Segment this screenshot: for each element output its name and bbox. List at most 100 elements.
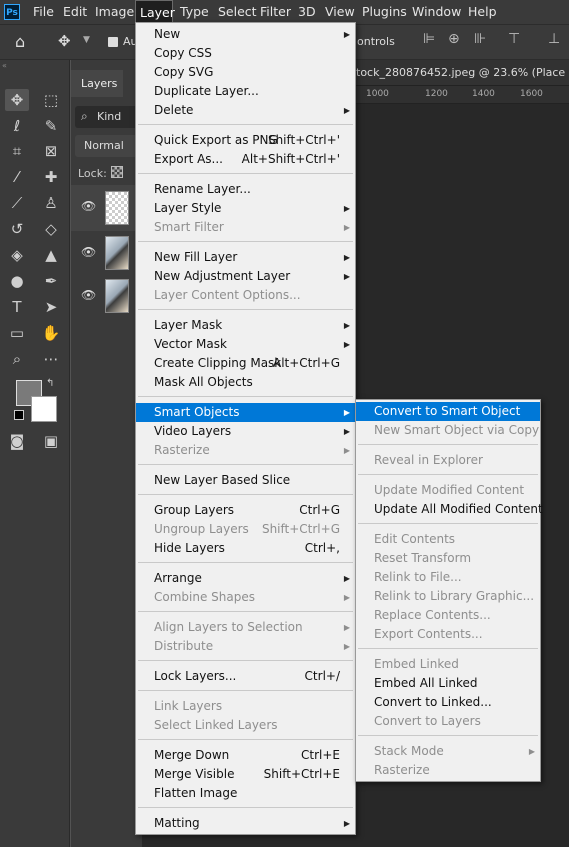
menu-item-smart-objects[interactable]: Smart Objects ▶: [136, 403, 355, 422]
visibility-eye-icon[interactable]: 👁: [81, 288, 96, 302]
menu-item-lock-layers[interactable]: Lock Layers... Ctrl+/: [136, 667, 355, 686]
document-tab-title[interactable]: tock_280876452.jpeg @ 23.6% (Place De: [356, 66, 569, 79]
menu-type[interactable]: Type: [176, 0, 213, 24]
chevron-down-icon[interactable]: ▼: [83, 35, 90, 45]
menu-item-copy-svg[interactable]: Copy SVG: [136, 63, 355, 82]
blur-tool-icon[interactable]: ▲: [39, 244, 63, 266]
menu-item-mask-all-objects[interactable]: Mask All Objects: [136, 373, 355, 392]
submenu-item-update-all-modified-content[interactable]: Update All Modified Content: [356, 500, 543, 519]
menu-item-merge-down[interactable]: Merge Down Ctrl+E: [136, 746, 355, 765]
tab-layers[interactable]: Layers: [71, 70, 123, 97]
menu-separator: [138, 241, 353, 242]
photoshop-app-icon[interactable]: Ps: [4, 4, 20, 20]
menu-item-arrange[interactable]: Arrange ▶: [136, 569, 355, 588]
menu-window[interactable]: Window: [408, 0, 465, 24]
frame-tool-icon[interactable]: ⊠: [39, 140, 63, 162]
quick-select-tool-icon[interactable]: ✎: [39, 115, 63, 137]
submenu-item-embed-all-linked[interactable]: Embed All Linked: [356, 674, 540, 693]
menu-item-quick-export-as-png[interactable]: Quick Export as PNG Shift+Ctrl+': [136, 131, 355, 150]
layer-row[interactable]: 👁: [71, 275, 142, 317]
blend-mode-select[interactable]: Normal: [75, 135, 139, 157]
menu-item-duplicate-layer[interactable]: Duplicate Layer...: [136, 82, 355, 101]
menu-item-new-layer-based-slice[interactable]: New Layer Based Slice: [136, 471, 355, 490]
menu-item-flatten-image[interactable]: Flatten Image: [136, 784, 355, 803]
zoom-tool-icon[interactable]: ⌕: [5, 348, 29, 370]
more-tools-icon[interactable]: ⋯: [39, 348, 63, 370]
menu-item-rename-layer[interactable]: Rename Layer...: [136, 180, 355, 199]
history-brush-tool-icon[interactable]: ↺: [5, 218, 29, 240]
menu-layer[interactable]: Layer: [135, 0, 175, 24]
panel-collapse-icon[interactable]: »: [71, 60, 142, 68]
menu-item-copy-css[interactable]: Copy CSS: [136, 44, 355, 63]
menu-item-vector-mask[interactable]: Vector Mask ▶: [136, 335, 355, 354]
menu-item-new-adjustment-layer[interactable]: New Adjustment Layer ▶: [136, 267, 355, 286]
menu-item-layer-mask[interactable]: Layer Mask ▶: [136, 316, 355, 335]
align-top-icon[interactable]: ⊤: [508, 31, 520, 47]
eraser-tool-icon[interactable]: ◇: [39, 218, 63, 240]
path-selection-tool-icon[interactable]: ➤: [39, 296, 63, 318]
quick-mask-icon[interactable]: ◙: [5, 430, 29, 452]
layer-filter-dropdown[interactable]: ⌕ Kind: [75, 106, 139, 128]
submenu-item-convert-to-smart-object[interactable]: Convert to Smart Object: [356, 402, 540, 421]
menu-separator: [138, 173, 353, 174]
menu-image[interactable]: Image: [91, 0, 138, 24]
menu-item-merge-visible[interactable]: Merge Visible Shift+Ctrl+E: [136, 765, 355, 784]
lock-transparency-icon[interactable]: [111, 166, 123, 178]
menu-view[interactable]: View: [321, 0, 359, 24]
menu-filter[interactable]: Filter: [256, 0, 295, 24]
align-center-icon[interactable]: ⊕: [448, 31, 460, 47]
submenu-item-convert-to-linked[interactable]: Convert to Linked...: [356, 693, 540, 712]
pen-tool-icon[interactable]: ✒: [39, 270, 63, 292]
menu-item-create-clipping-mask[interactable]: Create Clipping Mask Alt+Ctrl+G: [136, 354, 355, 373]
panel-collapse-icon[interactable]: «: [2, 62, 68, 70]
eyedropper-tool-icon[interactable]: ⁄: [5, 166, 29, 188]
menu-item-label: Vector Mask: [154, 337, 227, 351]
healing-brush-tool-icon[interactable]: ✚: [39, 166, 63, 188]
swap-colors-icon[interactable]: ↰: [46, 378, 54, 389]
menu-item-delete[interactable]: Delete ▶: [136, 101, 355, 120]
menu-item-group-layers[interactable]: Group Layers Ctrl+G: [136, 501, 355, 520]
dodge-tool-icon[interactable]: ●: [5, 270, 29, 292]
menu-item-layer-style[interactable]: Layer Style ▶: [136, 199, 355, 218]
menu-3d[interactable]: 3D: [294, 0, 320, 24]
type-tool-icon[interactable]: T: [5, 296, 29, 318]
menu-item-new-fill-layer[interactable]: New Fill Layer ▶: [136, 248, 355, 267]
layer-row[interactable]: 👁: [71, 232, 142, 274]
default-colors-icon[interactable]: [14, 410, 24, 420]
align-left-icon[interactable]: ⊫: [423, 31, 435, 47]
menu-edit[interactable]: Edit: [59, 0, 91, 24]
move-tool-icon[interactable]: ✥: [58, 32, 71, 50]
menu-item-label: Merge Visible: [154, 767, 235, 781]
background-color-swatch[interactable]: [31, 396, 57, 422]
align-middle-icon[interactable]: ⊥: [548, 31, 560, 47]
crop-tool-icon[interactable]: ⌗: [5, 140, 29, 162]
clone-stamp-tool-icon[interactable]: ♙: [39, 192, 63, 214]
layer-row[interactable]: 👁: [71, 185, 142, 231]
menu-item-export-as[interactable]: Export As... Alt+Shift+Ctrl+': [136, 150, 355, 169]
hand-tool-icon[interactable]: ✋: [39, 322, 63, 344]
menu-item-video-layers[interactable]: Video Layers ▶: [136, 422, 355, 441]
menu-item-label: Matting: [154, 816, 200, 830]
lasso-tool-icon[interactable]: ℓ: [5, 115, 29, 137]
visibility-eye-icon[interactable]: 👁: [81, 245, 96, 259]
home-icon[interactable]: ⌂: [15, 32, 25, 51]
menu-item-hide-layers[interactable]: Hide Layers Ctrl+,: [136, 539, 355, 558]
transform-controls-label[interactable]: ontrols: [357, 35, 395, 48]
brush-tool-icon[interactable]: ⟋: [5, 192, 29, 214]
move-tool-icon[interactable]: ✥: [5, 89, 29, 111]
menu-file[interactable]: File: [29, 0, 58, 24]
marquee-tool-icon[interactable]: ⬚: [39, 89, 63, 111]
visibility-eye-icon[interactable]: 👁: [81, 199, 96, 213]
menu-help[interactable]: Help: [464, 0, 501, 24]
menu-item-label: Layer Mask: [154, 318, 223, 332]
align-right-icon[interactable]: ⊪: [474, 31, 486, 47]
menu-select[interactable]: Select: [214, 0, 261, 24]
paint-bucket-tool-icon[interactable]: ◈: [5, 244, 29, 266]
menu-plugins[interactable]: Plugins: [358, 0, 411, 24]
shortcut-label: Alt+Ctrl+G: [272, 356, 340, 370]
menu-item-matting[interactable]: Matting ▶: [136, 814, 355, 833]
menu-item-new[interactable]: New ▶: [136, 25, 355, 44]
auto-select-checkbox[interactable]: [108, 37, 118, 47]
rectangle-tool-icon[interactable]: ▭: [5, 322, 29, 344]
screen-mode-icon[interactable]: ▣: [39, 430, 63, 452]
